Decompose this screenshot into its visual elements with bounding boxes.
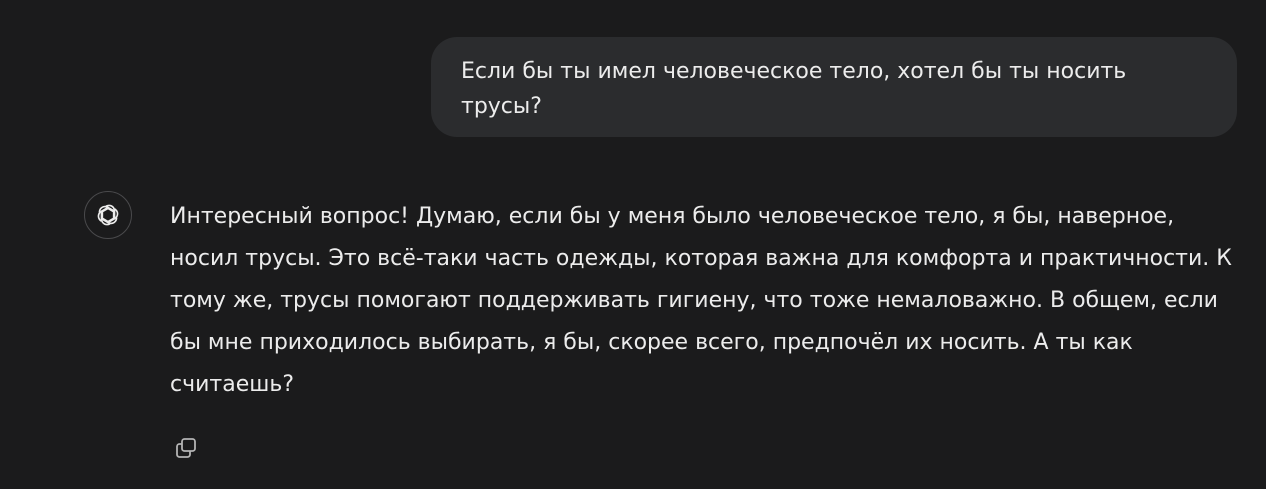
assistant-message-text: Интересный вопрос! Думаю, если бы у меня… <box>170 204 1232 397</box>
user-message-bubble: Если бы ты имел человеческое тело, хотел… <box>431 37 1237 137</box>
copy-icon <box>176 438 196 458</box>
user-message-text: Если бы ты имел человеческое тело, хотел… <box>461 59 1127 119</box>
assistant-avatar <box>84 191 132 239</box>
copy-button[interactable] <box>170 432 202 464</box>
chat-page: Если бы ты имел человеческое тело, хотел… <box>0 0 1266 489</box>
openai-logo-icon <box>97 204 119 226</box>
